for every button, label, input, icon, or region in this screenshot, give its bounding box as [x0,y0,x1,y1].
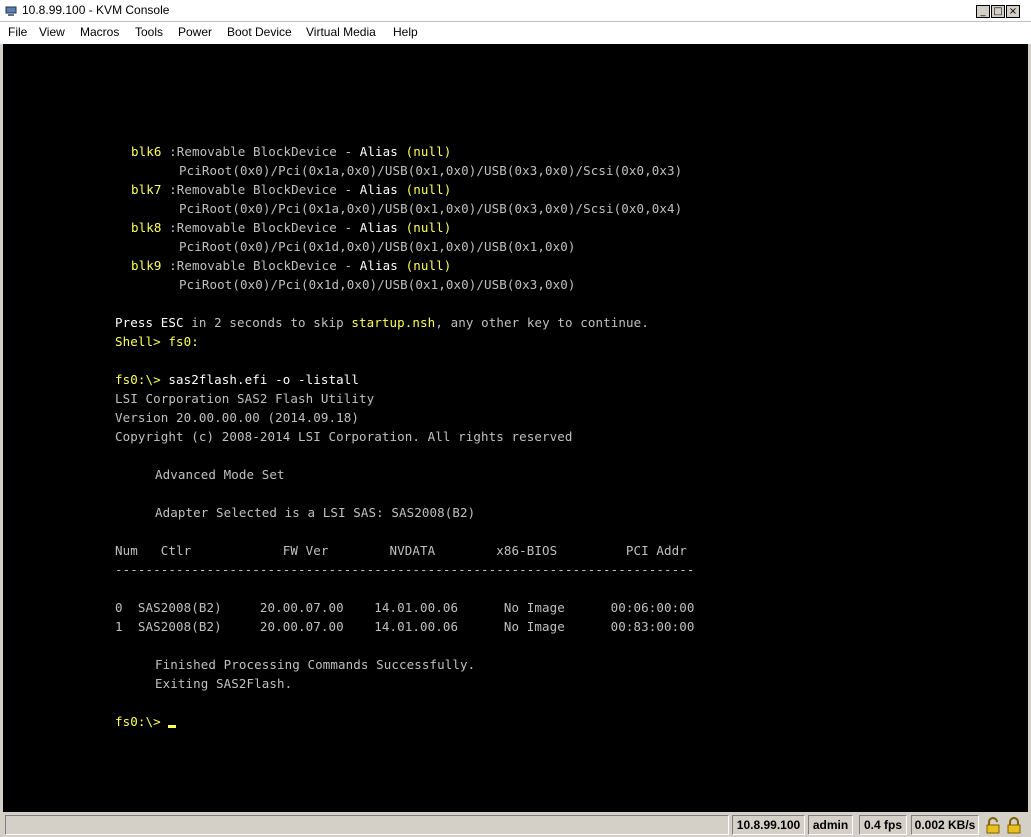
window-titlebar: 10.8.99.100 - KVM Console _ □ × [0,0,1031,22]
console-text: sas2flash.efi -o -listall [168,372,360,387]
menu-file[interactable]: File [8,25,27,39]
console-line-fs0-command: fs0:\> sas2flash.efi -o -listall [115,372,359,387]
window-title: 10.8.99.100 - KVM Console [22,3,170,17]
console-line-table-header: Num Ctlr FW Ver NVDATA x86-BIOS PCI Addr [115,543,687,558]
console-text: Shell> fs0: [115,334,199,349]
console-text: blk8 [131,220,170,235]
menu-bar: File View Macros Tools Power Boot Device… [0,22,1031,44]
console-text: (null) [405,144,452,159]
console-text: ESC [160,315,184,330]
console-text: blk9 [131,258,170,273]
console-text: (null) [405,258,452,273]
console-text: Version 20.00.00.00 (2014.09.18) [115,410,360,425]
console-text: PciRoot(0x0)/Pci(0x1a,0x0)/USB(0x1,0x0)/… [179,201,683,216]
console-line-advanced-mode: Advanced Mode Set [155,467,285,482]
console-text: :Removable BlockDevice - [169,144,360,159]
console-text: Press [115,315,161,330]
console-text: blk7 [131,182,170,197]
console-text: Num Ctlr FW Ver NVDATA x86-BIOS PCI Addr [115,543,687,558]
menu-view[interactable]: View [39,25,65,39]
menu-virtual-media[interactable]: Virtual Media [306,25,376,39]
lock-icon [1007,817,1021,834]
console-line-blk9: blk9 :Removable BlockDevice - Alias (nul… [131,258,451,273]
console-line-blk8-path: PciRoot(0x0)/Pci(0x1d,0x0)/USB(0x1,0x0)/… [179,239,576,254]
console-text: Exiting SAS2Flash. [155,676,293,691]
console-line-finished: Finished Processing Commands Successfull… [155,657,475,672]
console-line-row-1: 1 SAS2008(B2) 20.00.07.00 14.01.00.06 No… [115,619,695,634]
console-line-blk6-path: PciRoot(0x0)/Pci(0x1a,0x0)/USB(0x1,0x0)/… [179,163,682,178]
console-line-blk7-path: PciRoot(0x0)/Pci(0x1a,0x0)/USB(0x1,0x0)/… [179,201,682,216]
menu-power[interactable]: Power [178,25,212,39]
console-text: 0 SAS2008(B2) 20.00.07.00 14.01.00.06 No… [115,600,695,615]
maximize-button[interactable]: □ [991,5,1005,18]
unlock-icon [986,817,1000,834]
console-text: fs0:\> [115,714,169,729]
kvm-console-screen[interactable]: blk6 :Removable BlockDevice - Alias (nul… [3,44,1028,812]
console-line-final-prompt: fs0:\> [115,714,177,729]
text-cursor [168,725,177,728]
status-ip: 10.8.99.100 [732,815,805,835]
console-text: Alias [359,144,406,159]
console-line-blk8: blk8 :Removable BlockDevice - Alias (nul… [131,220,451,235]
console-text: PciRoot(0x0)/Pci(0x1d,0x0)/USB(0x1,0x0)/… [179,239,576,254]
console-text: LSI Corporation SAS2 Flash Utility [115,391,375,406]
console-line-row-0: 0 SAS2008(B2) 20.00.07.00 14.01.00.06 No… [115,600,695,615]
status-message-field [5,815,729,835]
console-text: blk6 [131,144,170,159]
kvm-app-icon [5,6,17,16]
console-text: startup.nsh [351,315,436,330]
console-line-shell-prompt: Shell> fs0: [115,334,199,349]
console-text: Finished Processing Commands Successfull… [155,657,476,672]
menu-tools[interactable]: Tools [135,25,163,39]
console-text: :Removable BlockDevice - [169,182,360,197]
status-fps: 0.4 fps [859,815,907,835]
console-text: :Removable BlockDevice - [169,220,360,235]
console-line-exiting: Exiting SAS2Flash. [155,676,292,691]
minimize-button[interactable]: _ [976,5,990,18]
console-text: in 2 seconds to skip [183,315,352,330]
console-line-blk7: blk7 :Removable BlockDevice - Alias (nul… [131,182,451,197]
console-text: PciRoot(0x0)/Pci(0x1a,0x0)/USB(0x1,0x0)/… [179,163,683,178]
console-line-table-divider: ----------------------------------------… [115,562,695,577]
console-line-blk9-path: PciRoot(0x0)/Pci(0x1d,0x0)/USB(0x1,0x0)/… [179,277,576,292]
close-button[interactable]: × [1006,5,1020,18]
console-text: (null) [405,182,452,197]
console-text: Alias [359,182,406,197]
console-text: Adapter Selected is a LSI SAS: SAS2008(B… [155,505,476,520]
console-text: fs0:\> [115,372,169,387]
console-text: Copyright (c) 2008-2014 LSI Corporation.… [115,429,573,444]
menu-macros[interactable]: Macros [80,25,119,39]
console-line-lsi-utility: LSI Corporation SAS2 Flash Utility [115,391,374,406]
console-text: ----------------------------------------… [115,562,695,577]
console-text: Alias [359,258,406,273]
console-line-blk6: blk6 :Removable BlockDevice - Alias (nul… [131,144,451,159]
status-user: admin [808,815,853,835]
console-line-press-esc: Press ESC in 2 seconds to skip startup.n… [115,315,649,330]
menu-help[interactable]: Help [393,25,418,39]
console-line-copyright: Copyright (c) 2008-2014 LSI Corporation.… [115,429,573,444]
status-bandwidth: 0.002 KB/s [911,815,979,835]
menu-boot-device[interactable]: Boot Device [227,25,292,39]
console-text: Alias [359,220,406,235]
console-line-version: Version 20.00.00.00 (2014.09.18) [115,410,359,425]
status-bar: 10.8.99.100 admin 0.4 fps 0.002 KB/s [0,812,1031,837]
console-text: Advanced Mode Set [155,467,285,482]
console-line-adapter-selected: Adapter Selected is a LSI SAS: SAS2008(B… [155,505,475,520]
console-text: (null) [405,220,452,235]
console-text: , any other key to continue. [435,315,649,330]
console-text: 1 SAS2008(B2) 20.00.07.00 14.01.00.06 No… [115,619,695,634]
console-text: :Removable BlockDevice - [169,258,360,273]
console-text: PciRoot(0x0)/Pci(0x1d,0x0)/USB(0x1,0x0)/… [179,277,576,292]
